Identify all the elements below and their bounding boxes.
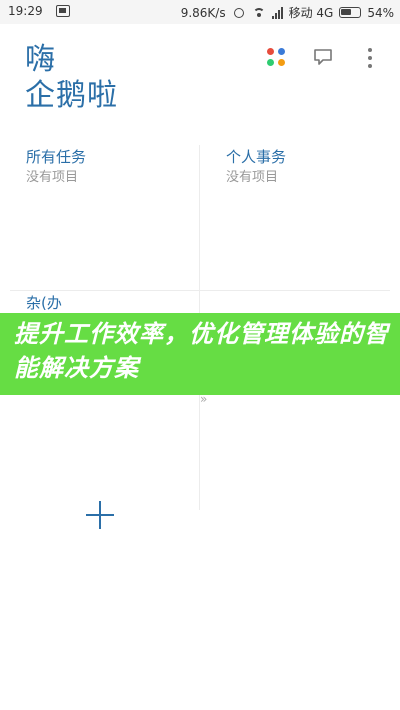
app-title-line1: 嗨	[25, 42, 56, 77]
promo-banner[interactable]: 提升工作效率，优化管理体验的智能解决方案	[0, 313, 400, 395]
network-speed: 9.86K/s	[180, 5, 226, 20]
banner-mark: »	[200, 392, 208, 406]
quadrant-title-partial: 杂(办	[26, 294, 62, 312]
status-right: 9.86K/s 移动 4G 54%	[181, 4, 394, 21]
signal-icon	[271, 6, 283, 19]
quadrant-subtitle: 没有项目	[226, 170, 279, 185]
wifi-icon	[252, 7, 266, 19]
carrier-label: 移动 4G	[288, 6, 334, 20]
app-title-line2: 企鹅啦	[25, 78, 118, 113]
add-icon[interactable]	[86, 501, 114, 529]
grid-horizontal-divider	[10, 290, 390, 291]
battery-percent: 54%	[367, 5, 394, 20]
promo-banner-text: 提升工作效率，优化管理体验的智能解决方案	[14, 320, 389, 382]
status-time: 19:29	[8, 4, 43, 18]
colorful-dots-icon[interactable]	[267, 48, 287, 68]
app-title: 嗨 企鹅啦	[25, 42, 118, 114]
chat-bubble-icon[interactable]	[313, 48, 333, 66]
quadrant-all-tasks[interactable]: 所有任务 没有项目	[20, 140, 190, 280]
alarm-icon	[232, 7, 246, 19]
quadrant-subtitle: 没有项目	[26, 170, 79, 185]
more-vertical-icon[interactable]	[366, 47, 374, 69]
battery-icon	[339, 7, 362, 18]
quadrant-title: 所有任务	[26, 148, 87, 166]
status-bar: 19:29 9.86K/s 移动 4G 54%	[0, 0, 400, 24]
quadrant-title: 个人事务	[226, 148, 287, 166]
notification-icon	[56, 5, 70, 17]
quadrant-personal[interactable]: 个人事务 没有项目	[220, 140, 390, 280]
